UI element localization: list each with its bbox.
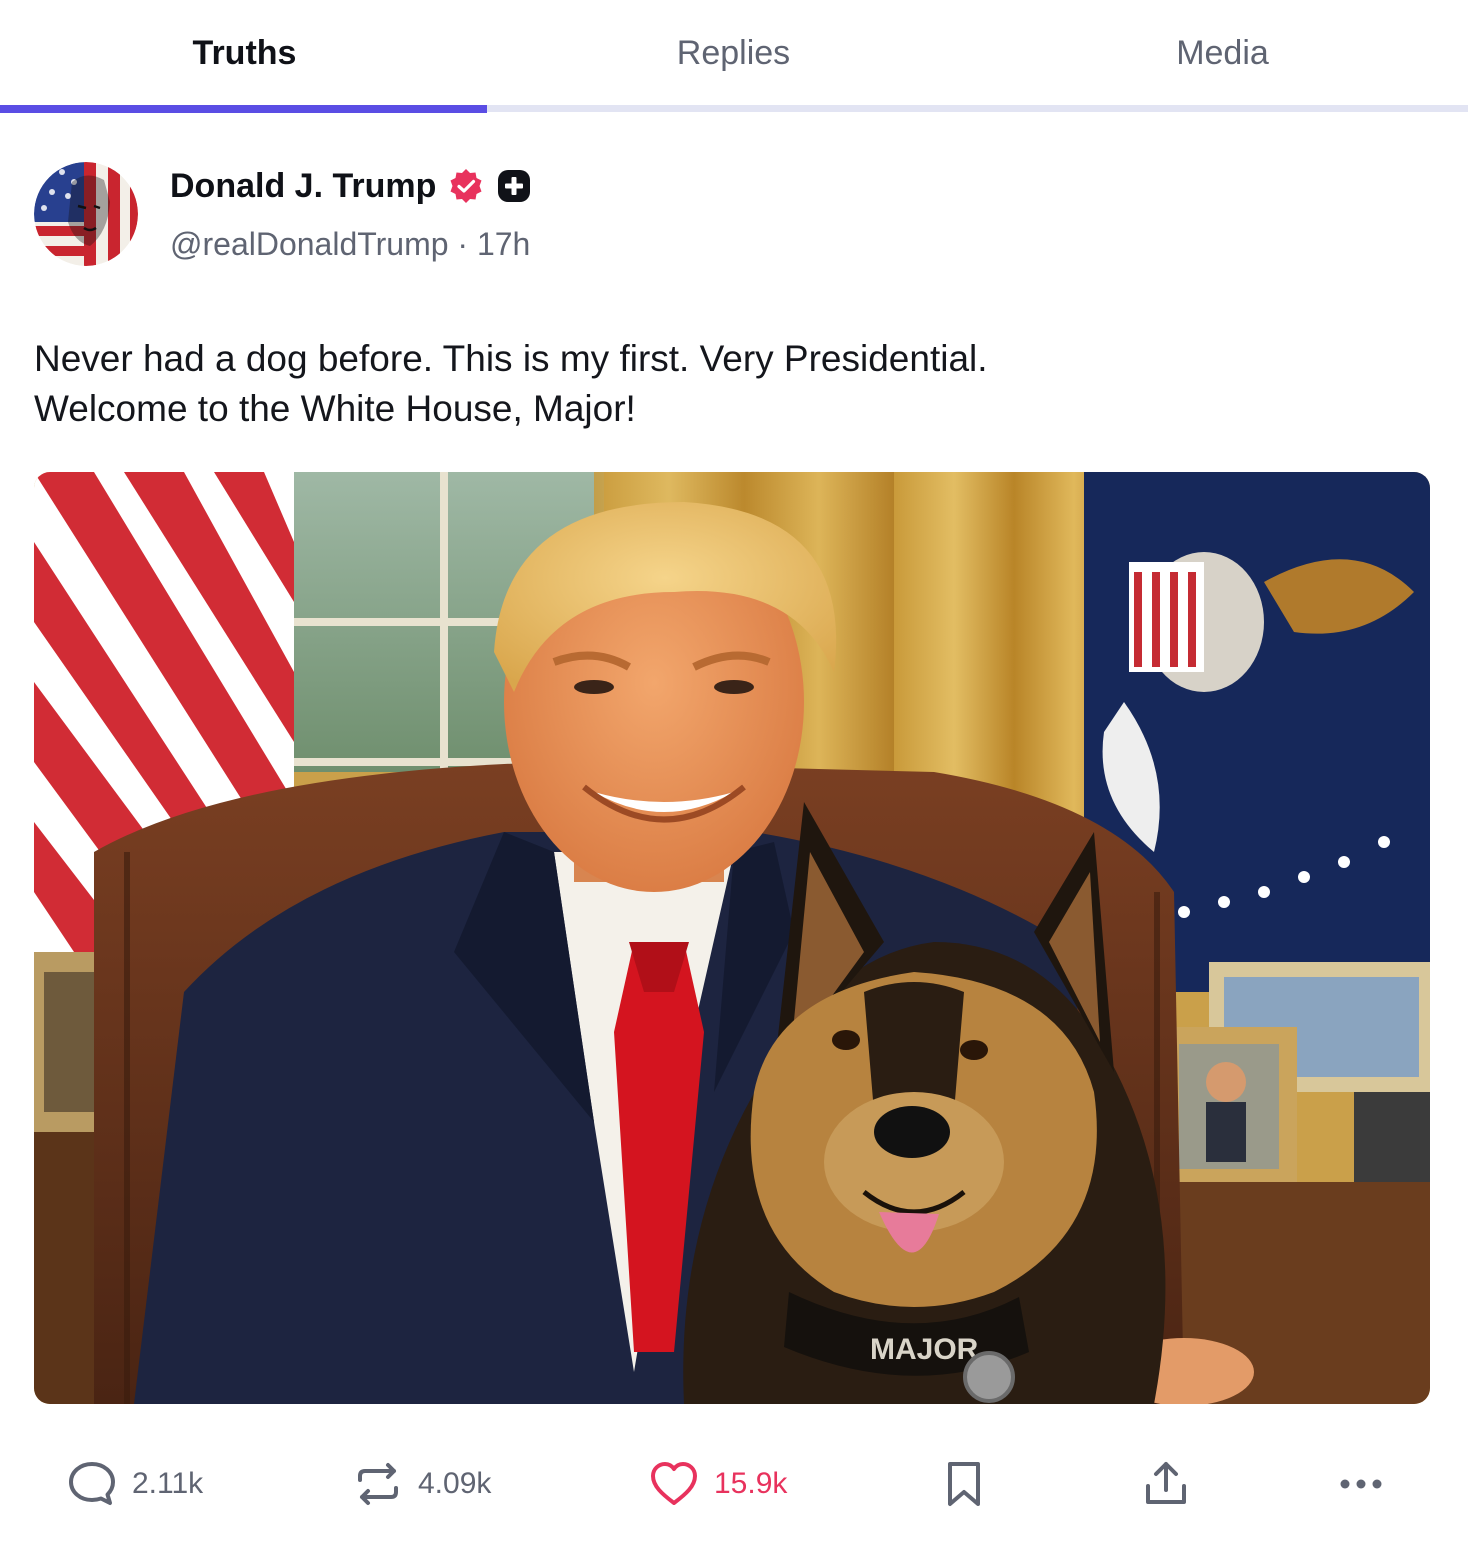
tab-active-indicator	[0, 105, 487, 113]
bookmark-button[interactable]	[940, 1456, 988, 1512]
tab-replies[interactable]: Replies	[489, 0, 978, 106]
more-button[interactable]	[1336, 1456, 1386, 1512]
tab-media[interactable]: Media	[978, 0, 1467, 106]
profile-tabs: Truths Replies Media	[0, 0, 1468, 114]
author-row: Donald J. Trump	[170, 164, 532, 208]
share-icon	[1140, 1458, 1192, 1510]
heart-icon	[648, 1458, 700, 1510]
reply-button[interactable]: 2.11k	[66, 1456, 203, 1512]
verified-badge-icon	[448, 168, 484, 204]
post-text-line: Welcome to the White House, Major!	[34, 388, 636, 429]
avatar[interactable]	[34, 162, 138, 266]
more-icon	[1336, 1458, 1386, 1510]
retruth-button[interactable]: 4.09k	[352, 1456, 491, 1512]
post-image[interactable]: MAJOR	[34, 472, 1430, 1404]
like-count: 15.9k	[714, 1467, 788, 1500]
collar-text: MAJOR	[870, 1333, 979, 1366]
author-name[interactable]: Donald J. Trump	[170, 167, 436, 206]
truth-plus-icon	[496, 168, 532, 204]
bookmark-icon	[940, 1458, 988, 1510]
separator: ·	[457, 226, 469, 262]
handle-row: @realDonaldTrump · 17h	[170, 226, 530, 263]
like-button[interactable]: 15.9k	[648, 1456, 787, 1512]
post-time[interactable]: 17h	[477, 226, 530, 262]
author-handle[interactable]: @realDonaldTrump	[170, 226, 449, 262]
post-text: Never had a dog before. This is my first…	[34, 334, 988, 434]
avatar-image	[34, 162, 138, 266]
share-button[interactable]	[1140, 1456, 1192, 1512]
post-text-line: Never had a dog before. This is my first…	[34, 338, 988, 379]
retruth-icon	[352, 1458, 404, 1510]
tab-truths[interactable]: Truths	[0, 0, 489, 106]
reply-count: 2.11k	[132, 1467, 204, 1500]
retruth-count: 4.09k	[418, 1467, 492, 1500]
post-photo: MAJOR	[34, 472, 1430, 1404]
reply-icon	[66, 1458, 118, 1510]
